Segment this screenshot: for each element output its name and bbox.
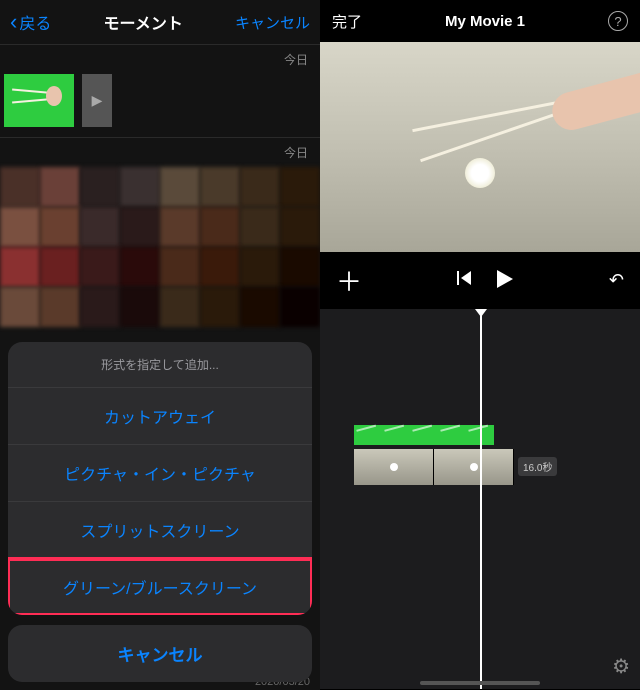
back-button[interactable]: ‹ 戻る	[10, 9, 51, 35]
add-media-button[interactable]: ＋	[336, 262, 362, 299]
clip-duration-label: 16.0秒	[518, 457, 557, 476]
done-button[interactable]: 完了	[332, 11, 362, 32]
ceiling-light-icon	[465, 158, 495, 188]
action-sheet: 形式を指定して追加... カットアウェイ ピクチャ・イン・ピクチャ スプリットス…	[0, 334, 320, 690]
sheet-item-cutaway[interactable]: カットアウェイ	[8, 388, 312, 445]
arm-overlay	[485, 52, 640, 151]
section-today-1: 今日	[0, 44, 320, 74]
play-icon: ▶	[92, 92, 103, 109]
thumbnail-row: ▶	[0, 74, 320, 137]
overlay-clip[interactable]	[354, 425, 494, 445]
action-sheet-group: 形式を指定して追加... カットアウェイ ピクチャ・イン・ピクチャ スプリットス…	[8, 342, 312, 615]
timeline[interactable]: 16.0秒 ⚙	[320, 309, 640, 689]
left-header: ‹ 戻る モーメント キャンセル	[0, 0, 320, 44]
playhead[interactable]	[480, 309, 482, 689]
media-thumbnail-selected[interactable]	[4, 74, 74, 127]
editor-panel: 完了 My Movie 1 ? ＋ ↶ 16.0秒	[320, 0, 640, 690]
back-label: 戻る	[19, 10, 51, 34]
playback-bar: ＋ ↶	[320, 252, 640, 309]
help-button[interactable]: ?	[608, 11, 628, 31]
settings-button[interactable]: ⚙	[612, 654, 630, 679]
media-thumbnail[interactable]: ▶	[82, 74, 112, 127]
undo-button[interactable]: ↶	[609, 270, 624, 291]
skip-start-button[interactable]	[457, 271, 473, 290]
sheet-heading: 形式を指定して追加...	[8, 342, 312, 388]
sheet-item-splitscreen[interactable]: スプリットスクリーン	[8, 502, 312, 559]
sheet-item-pip[interactable]: ピクチャ・イン・ピクチャ	[8, 445, 312, 502]
video-preview[interactable]	[320, 42, 640, 252]
left-title: モーメント	[103, 10, 182, 34]
section-today-2: 今日	[0, 137, 320, 167]
right-header: 完了 My Movie 1 ?	[320, 0, 640, 42]
home-indicator	[420, 681, 540, 685]
chopsticks-icon	[12, 82, 62, 112]
main-clip[interactable]	[354, 449, 514, 485]
media-picker-panel: ‹ 戻る モーメント キャンセル 今日 ▶ 今日	[0, 0, 320, 690]
project-title: My Movie 1	[445, 13, 525, 30]
sheet-cancel-button[interactable]: キャンセル	[8, 625, 312, 682]
sheet-item-greenscreen[interactable]: グリーン/ブルースクリーン	[8, 559, 312, 615]
play-button[interactable]	[497, 268, 513, 294]
left-cancel-button[interactable]: キャンセル	[235, 12, 310, 33]
chevron-left-icon: ‹	[10, 9, 17, 35]
blurred-media-grid	[0, 167, 320, 327]
